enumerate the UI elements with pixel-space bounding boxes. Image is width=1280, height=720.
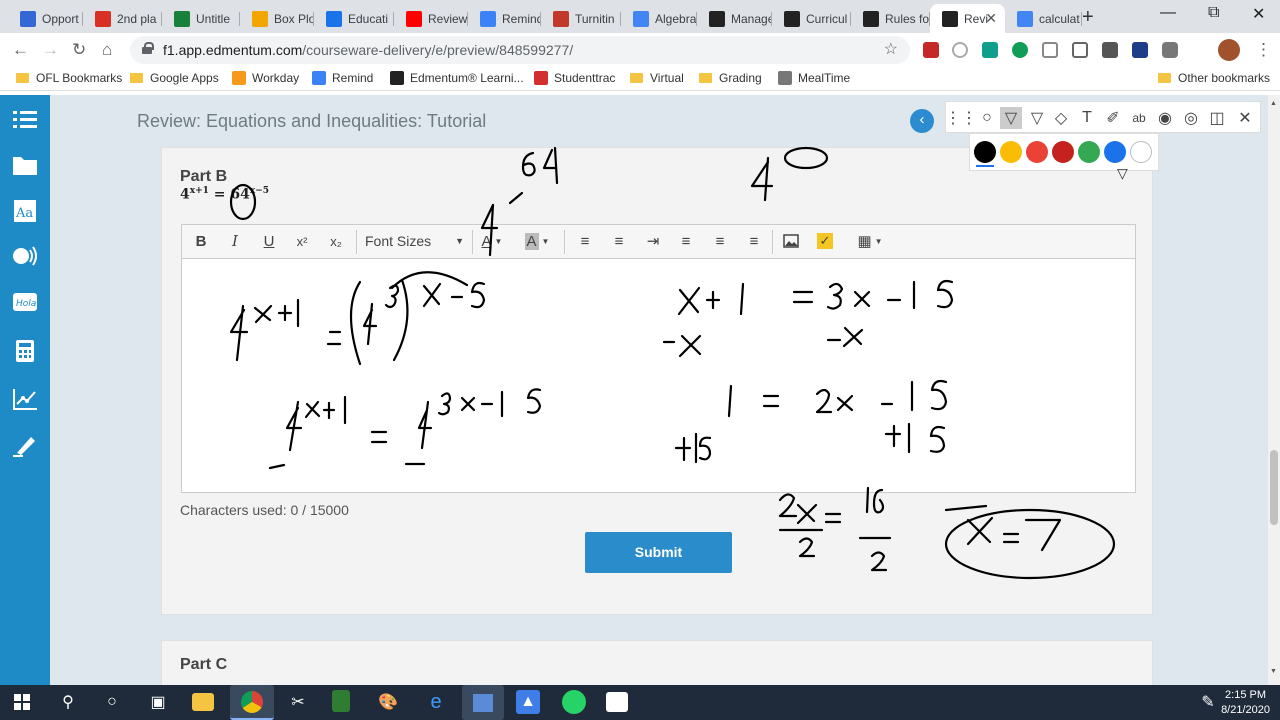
snipping-tool-icon[interactable]: ✂ [286,690,310,714]
paint-icon[interactable]: 🎨 [376,690,400,714]
chrome-icon[interactable] [230,685,274,720]
windows-start-icon[interactable] [10,690,34,714]
drive-icon[interactable]: ▲ [516,690,540,714]
screen-capture-icon[interactable] [606,692,628,712]
pen-workspace-icon[interactable]: ✎ [1196,690,1220,714]
clock[interactable]: 2:15 PM 8/21/2020 [1221,688,1270,718]
file-explorer-icon[interactable] [192,693,214,711]
task-view-icon[interactable]: ▣ [146,690,170,714]
date: 8/21/2020 [1221,704,1270,716]
search-icon[interactable]: ⚲ [56,690,80,714]
calculator-icon[interactable] [332,690,350,712]
taskbar: ⚲ ○ ▣ ✂ 🎨 e ▲ ✎ 2:15 PM 8/21/2020 [0,685,1280,720]
handwriting-ink [229,146,1116,580]
edge-icon[interactable]: e [424,690,448,714]
app-icon[interactable] [462,685,504,720]
cortana-icon[interactable]: ○ [100,690,124,714]
time: 2:15 PM [1225,689,1267,701]
app-icon[interactable] [562,690,586,714]
